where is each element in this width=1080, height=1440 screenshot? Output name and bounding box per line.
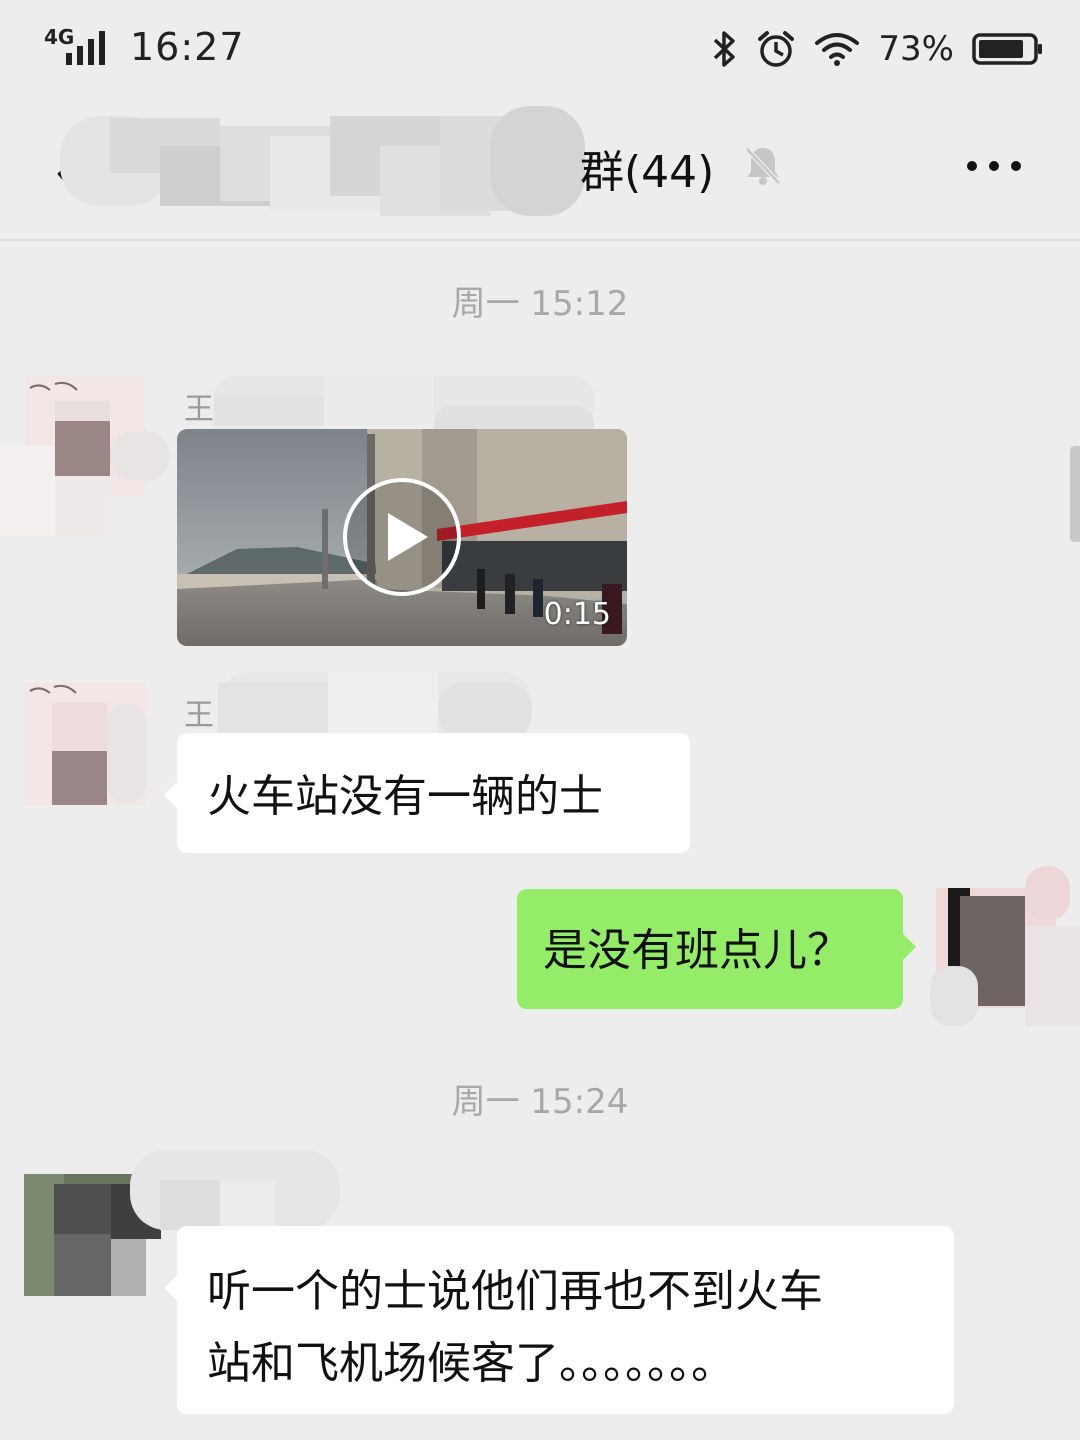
message-text-line: 听一个的士说他们再也不到火车	[207, 1266, 823, 1317]
avatar[interactable]	[930, 866, 1080, 1026]
status-right: 73%	[712, 24, 1044, 74]
timestamp: 周一 15:24	[451, 1082, 629, 1122]
signal-icon: 4G	[44, 25, 110, 69]
play-icon[interactable]	[342, 477, 462, 597]
sender-name-redacted	[130, 1150, 340, 1230]
clock: 16:27	[130, 25, 245, 69]
avatar[interactable]	[0, 376, 170, 536]
scrollbar[interactable]	[1070, 446, 1080, 542]
bluetooth-icon	[714, 31, 736, 67]
timestamp: 周一 15:12	[451, 284, 629, 324]
message-bubble[interactable]: 听一个的士说他们再也不到火车 站和飞机场候客了。。。。。。。	[164, 1226, 954, 1414]
wifi-icon	[815, 33, 860, 66]
avatar[interactable]	[24, 683, 146, 805]
message-text-line: 站和飞机场候客了。。。。。。。	[207, 1338, 735, 1389]
chat-header: 群(44)	[0, 96, 1080, 241]
sender-name: 王	[184, 392, 214, 427]
battery-percent: 73%	[878, 29, 954, 69]
mute-icon	[745, 147, 781, 185]
battery-icon	[972, 33, 1042, 65]
video-message[interactable]: 0:15	[177, 429, 627, 646]
status-left: 4G 16:27	[44, 22, 245, 72]
message-bubble[interactable]: 火车站没有一辆的士	[164, 733, 690, 853]
chat-title: 群(44)	[580, 147, 715, 198]
message-bubble-outgoing[interactable]: 是没有班点儿？	[517, 889, 916, 1009]
video-duration: 0:15	[543, 597, 611, 632]
message-text: 火车站没有一辆的士	[207, 771, 603, 822]
message-text: 是没有班点儿？	[543, 925, 851, 976]
more-icon[interactable]	[964, 156, 1024, 176]
status-bar: 4G 16:27 73%	[0, 0, 1080, 96]
group-name-redacted	[60, 106, 585, 216]
alarm-icon	[758, 31, 795, 67]
